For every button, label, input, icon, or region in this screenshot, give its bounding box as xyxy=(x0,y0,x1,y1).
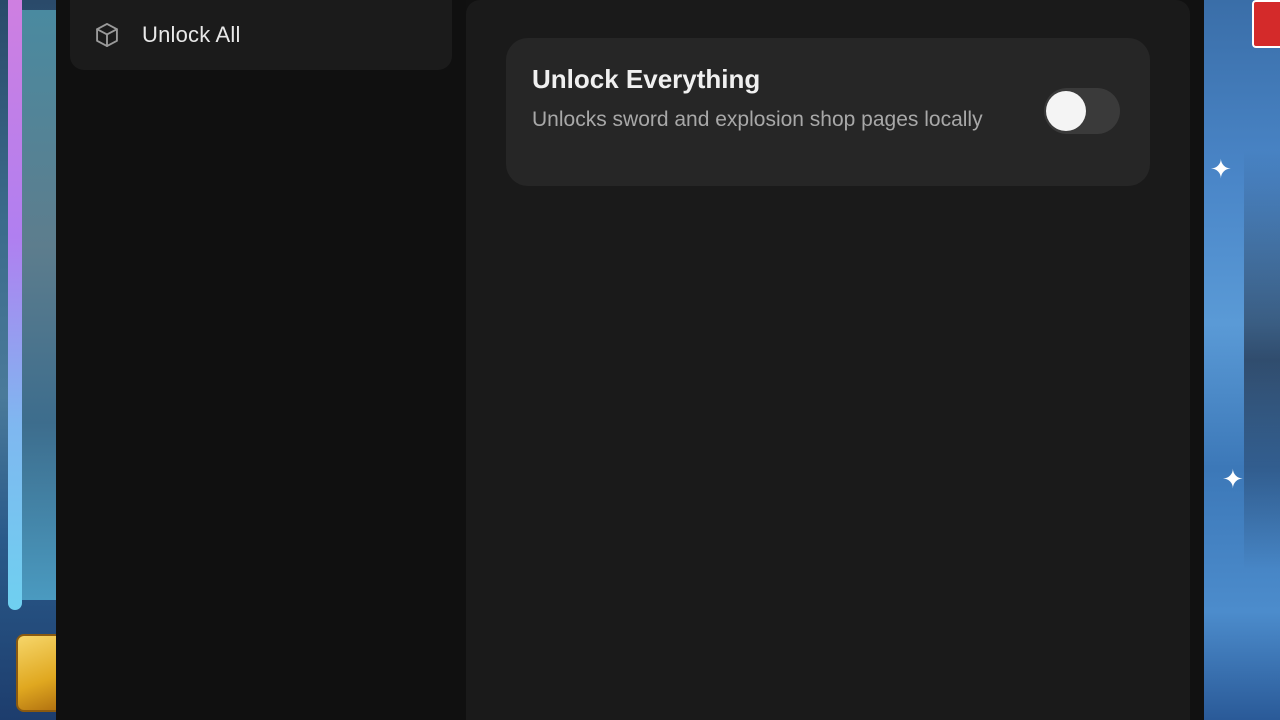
setting-title: Unlock Everything xyxy=(532,64,761,94)
unlock-everything-toggle[interactable] xyxy=(1044,88,1120,134)
gold-item-icon xyxy=(16,634,60,712)
game-background-left xyxy=(0,0,60,720)
card-frame-art xyxy=(22,10,60,600)
sparkle-icon: ✦ xyxy=(1222,464,1244,494)
toggle-knob xyxy=(1046,91,1086,131)
sidebar-item-label: Unlock All xyxy=(142,22,241,47)
card-frame-edge xyxy=(8,0,22,610)
settings-panel: Unlock All Unlock Everything Unlocks swo… xyxy=(56,0,1204,720)
background-shade xyxy=(1244,150,1280,570)
sidebar-item-unlock-all[interactable]: Unlock All xyxy=(70,0,452,70)
setting-description: Unlocks sword and explosion shop pages l… xyxy=(532,108,983,131)
cube-icon xyxy=(92,20,122,50)
sparkle-icon: ✦ xyxy=(1210,154,1232,184)
content-area: Unlock Everything Unlocks sword and expl… xyxy=(466,0,1190,720)
setting-card-unlock-everything: Unlock Everything Unlocks sword and expl… xyxy=(506,38,1150,186)
sidebar: Unlock All xyxy=(56,0,466,720)
game-background-right: ✦ ✦ xyxy=(1204,0,1280,720)
red-badge-icon xyxy=(1252,0,1280,48)
